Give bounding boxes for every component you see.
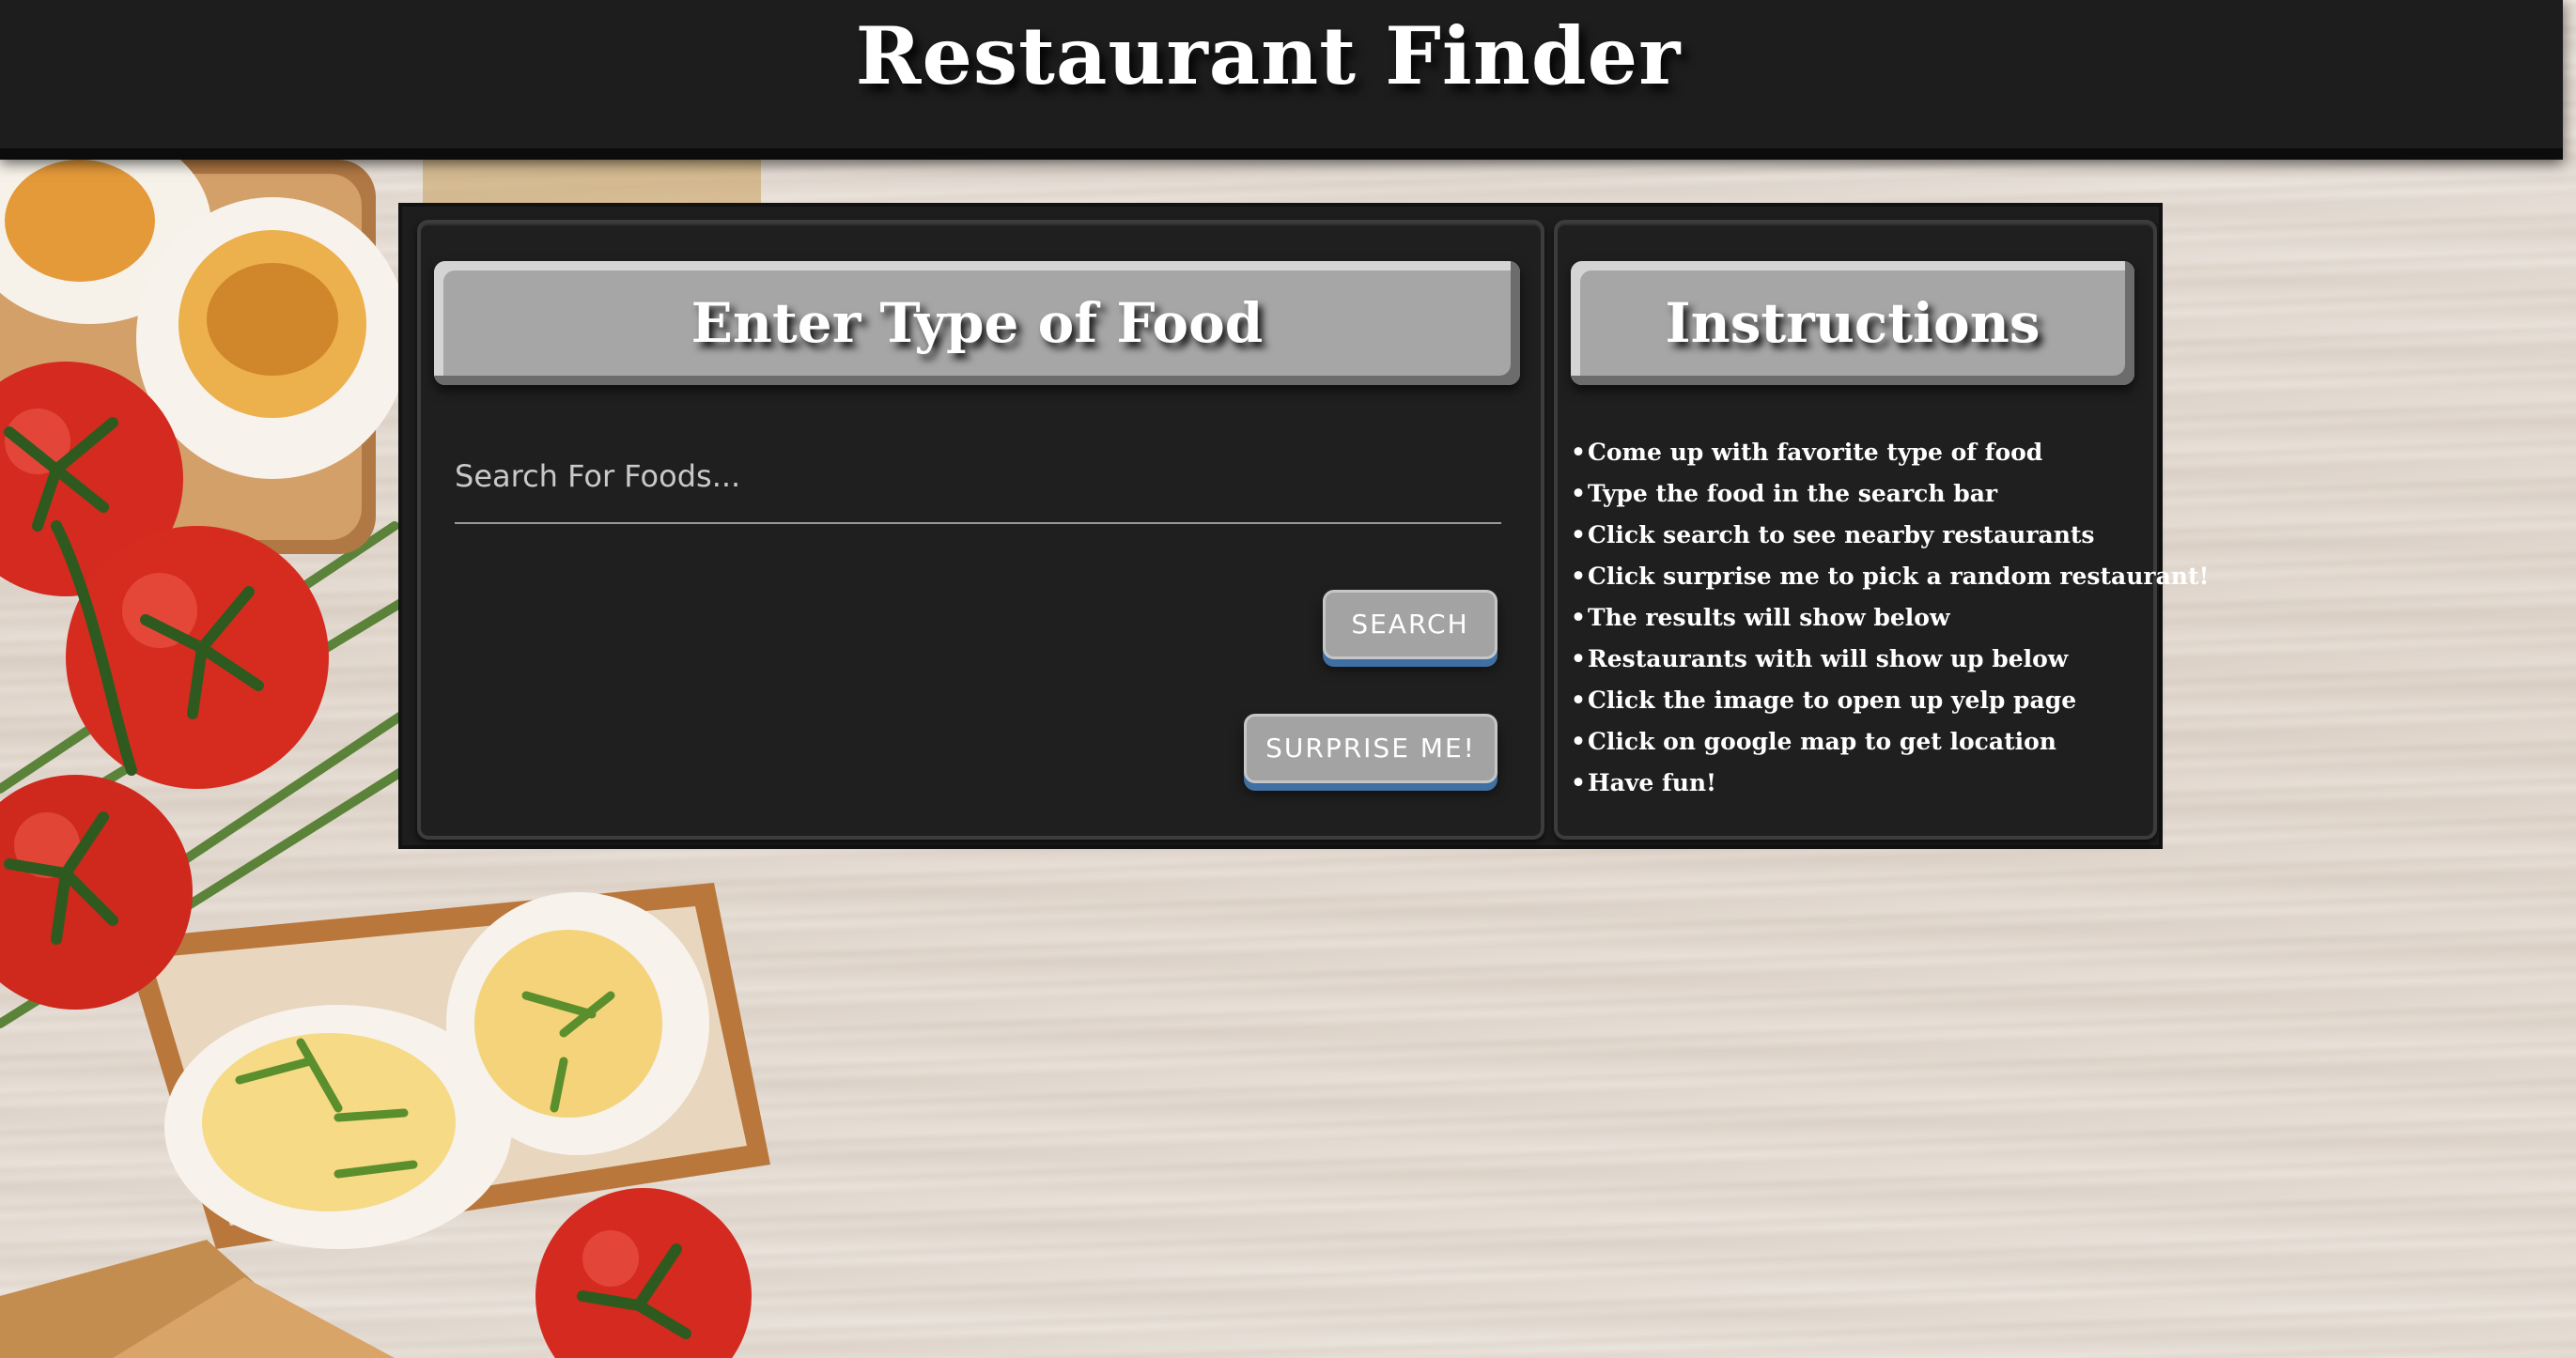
bullet-icon: • (1571, 728, 1586, 755)
instruction-item: •Click search to see nearby restaurants (1571, 521, 2095, 548)
instruction-item: •Come up with favorite type of food (1571, 439, 2043, 466)
bullet-icon: • (1571, 769, 1586, 796)
surprise-me-button[interactable]: SURPRISE ME! (1244, 714, 1497, 783)
instruction-item: •The results will show below (1571, 604, 1950, 631)
instructions-card-header: Instructions (1571, 261, 2134, 385)
bullet-icon: • (1571, 687, 1586, 714)
search-card: Enter Type of Food SEARCH SURPRISE ME! (417, 220, 1544, 840)
header-bar: Restaurant Finder (0, 0, 2563, 160)
instruction-item: •Click surprise me to pick a random rest… (1571, 563, 2210, 590)
main-panel: Enter Type of Food SEARCH SURPRISE ME! I… (398, 203, 2210, 849)
food-search-input[interactable] (455, 430, 1501, 524)
instruction-item: •Restaurants with will show up below (1571, 645, 2069, 672)
instructions-card: Instructions •Come up with favorite type… (1554, 220, 2210, 840)
page-title: Restaurant Finder (855, 9, 1682, 102)
instructions-list: •Come up with favorite type of food •Typ… (1571, 432, 2210, 804)
bullet-icon: • (1571, 480, 1586, 507)
bullet-icon: • (1571, 521, 1586, 548)
bullet-icon: • (1571, 563, 1586, 590)
bullet-icon: • (1571, 604, 1586, 631)
search-card-heading: Enter Type of Food (691, 291, 1264, 355)
search-card-header: Enter Type of Food (434, 261, 1520, 385)
instruction-item: •Click on google map to get location (1571, 728, 2056, 755)
instruction-item: •Type the food in the search bar (1571, 480, 1998, 507)
instruction-item: •Have fun! (1571, 769, 1717, 796)
bullet-icon: • (1571, 439, 1586, 466)
instruction-item: •Click the image to open up yelp page (1571, 687, 2077, 714)
bullet-icon: • (1571, 645, 1586, 672)
instructions-heading: Instructions (1665, 291, 2041, 355)
search-button[interactable]: SEARCH (1323, 590, 1497, 659)
